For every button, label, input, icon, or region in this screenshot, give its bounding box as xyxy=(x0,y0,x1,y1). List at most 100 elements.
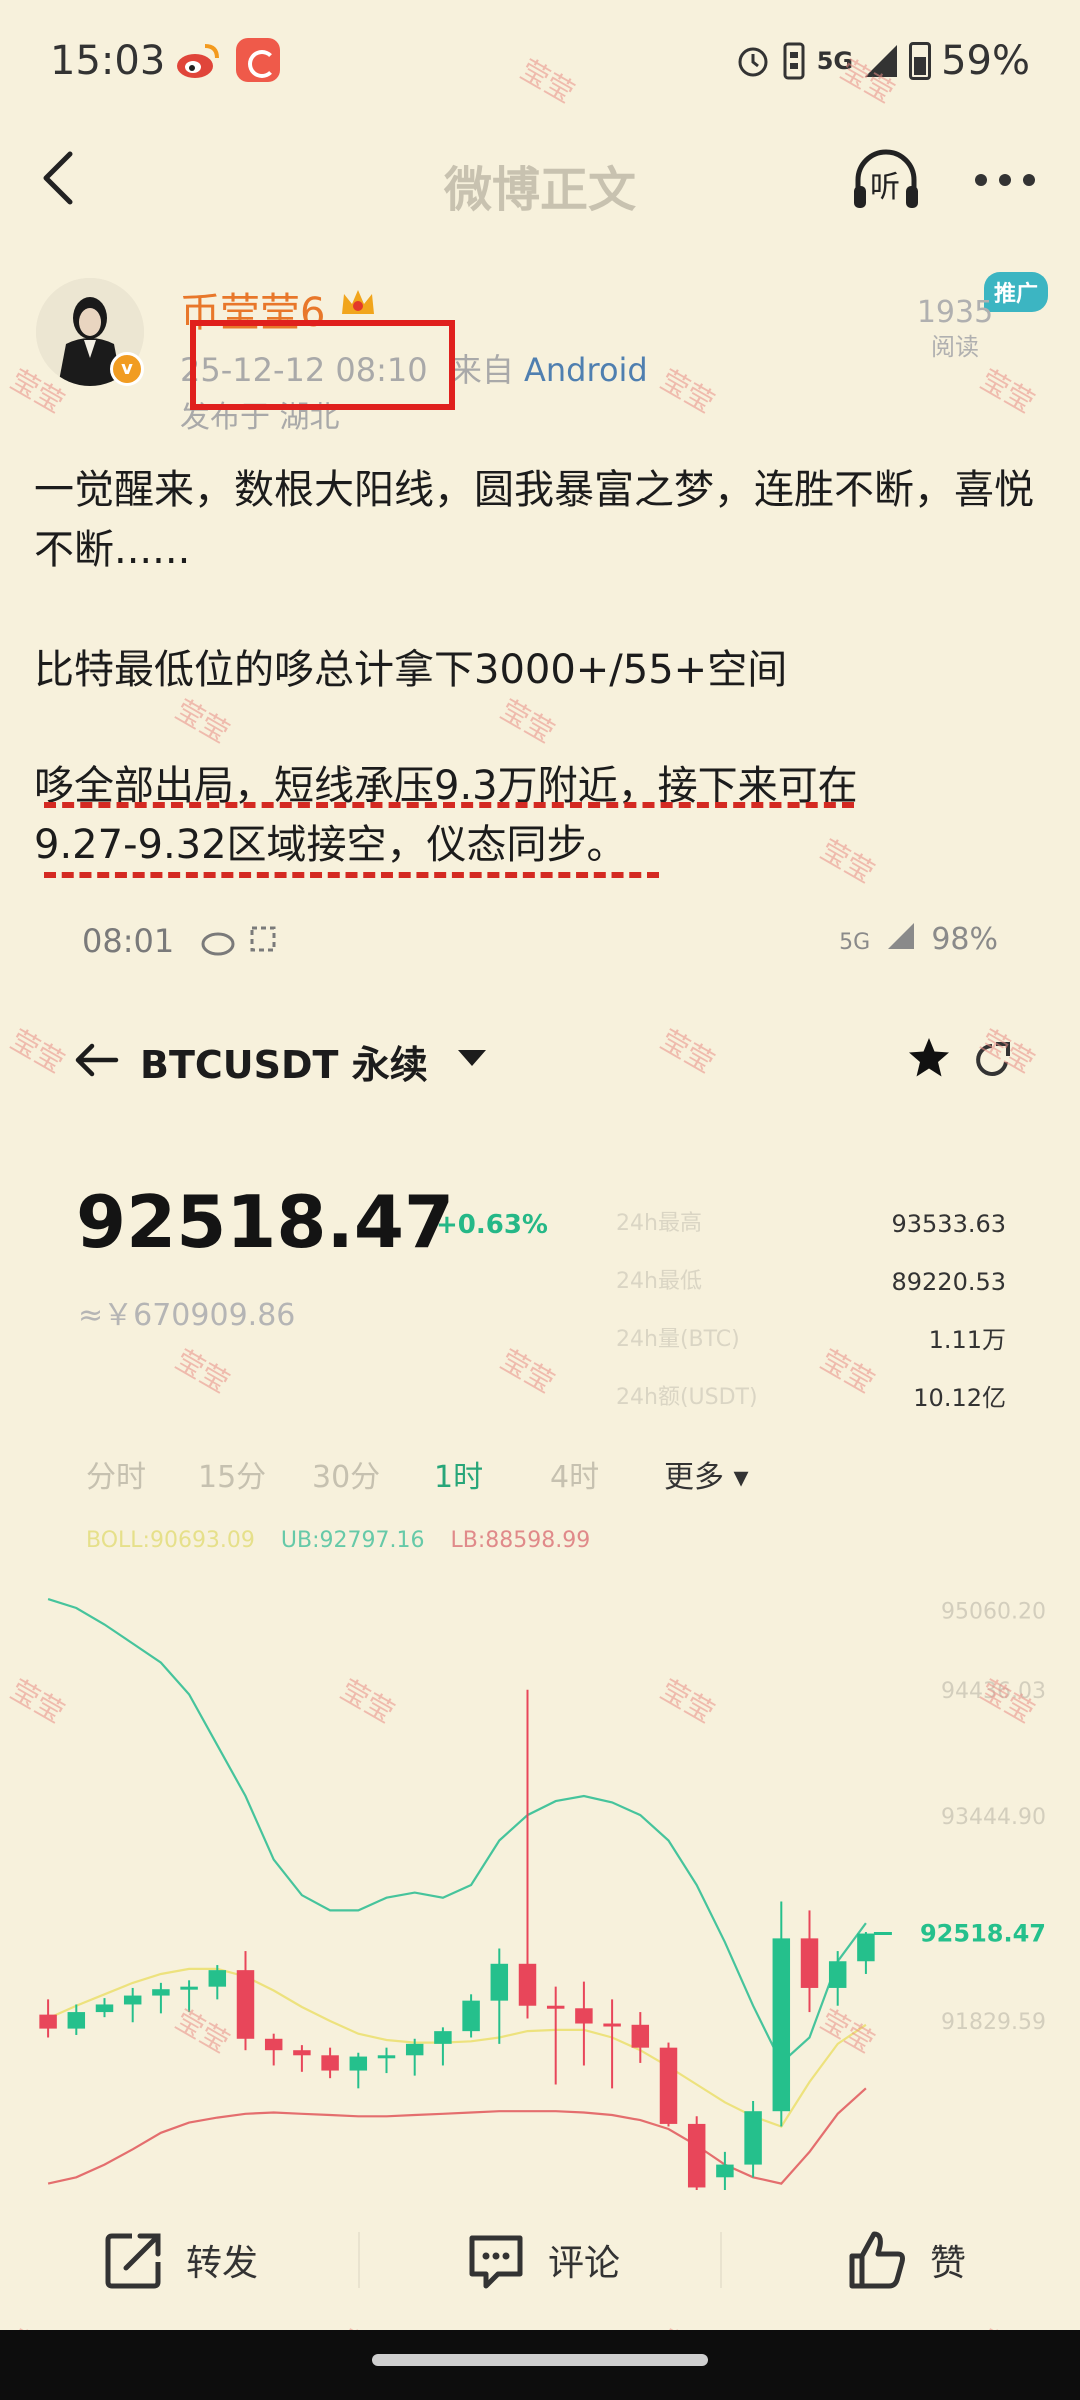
candle-body xyxy=(39,2014,57,2029)
read-count: 1935 xyxy=(916,295,994,330)
battery-level: 59% xyxy=(941,38,1030,84)
candle-body xyxy=(377,2055,396,2059)
stat-low: 89220.53 xyxy=(891,1268,1006,1296)
price-change: +0.63% xyxy=(436,1210,548,1240)
comment-button[interactable]: 评论 xyxy=(464,2228,620,2292)
candle-body xyxy=(575,2008,593,2024)
embedded-battery: 98% xyxy=(931,922,998,957)
candle-body xyxy=(857,1933,875,1962)
tab-timeframe-1h[interactable]: 1时 xyxy=(434,1452,550,1496)
favorite-star-icon[interactable] xyxy=(905,1034,953,1082)
candle-body xyxy=(236,1970,255,2039)
price-axis-label: 93444.90 xyxy=(941,1805,1046,1830)
candle-body xyxy=(631,2024,650,2048)
embedded-status-right: 5G 98% xyxy=(839,922,998,957)
indicator-legend: BOLL:90693.09 UB:92797.16 LB:88598.99 xyxy=(86,1528,590,1553)
tab-timeframe-line[interactable]: 分时 xyxy=(86,1452,198,1496)
candle-body xyxy=(180,1986,198,1990)
candle-body xyxy=(828,1961,847,1988)
candle-body xyxy=(772,1938,791,2112)
dashed-underline xyxy=(44,872,659,878)
divider xyxy=(720,2232,722,2288)
tab-timeframe-15m[interactable]: 15分 xyxy=(198,1452,312,1496)
app-notification-icon xyxy=(236,38,280,82)
tab-timeframe-4h[interactable]: 4时 xyxy=(550,1452,664,1496)
candlestick-chart[interactable]: 95060.2094436.0393444.9092518.4791829.59 xyxy=(0,1570,1080,2190)
dot-icon xyxy=(999,174,1011,186)
timeframe-tabs: 分时 15分 30分 1时 4时 更多 ▾ xyxy=(86,1452,749,1496)
candle-body xyxy=(152,1989,170,1996)
embedded-status-time: 08:01 xyxy=(82,922,175,960)
boll-upper-value: UB:92797.16 xyxy=(280,1528,425,1553)
comment-icon xyxy=(469,2235,523,2289)
weibo-icon xyxy=(177,44,219,78)
read-label: 阅读 xyxy=(931,333,979,361)
candle-body xyxy=(687,2123,706,2188)
candle-body xyxy=(716,2164,734,2178)
post-paragraph-1: 一觉醒来，数根大阳线，圆我暴富之梦，连胜不断，喜悦不断...... xyxy=(34,467,1034,573)
verified-badge: v xyxy=(110,352,144,386)
last-price-axis-label: 92518.47 xyxy=(920,1919,1046,1947)
boll-upper-line xyxy=(47,1598,867,2065)
tab-timeframe-more[interactable]: 更多 ▾ xyxy=(664,1452,749,1496)
like-label: 赞 xyxy=(930,2243,967,2284)
candle-body xyxy=(293,2050,311,2056)
stat-label: 24h最高 xyxy=(616,1211,702,1236)
candle-body xyxy=(744,2111,762,2165)
listen-label: 听 xyxy=(870,170,900,205)
candle-body xyxy=(208,1970,227,1987)
candle-body xyxy=(518,1963,537,2006)
last-price: 92518.47 xyxy=(76,1180,455,1264)
stat-label: 24h额(USDT) xyxy=(616,1385,758,1410)
price-axis-label: 91829.59 xyxy=(941,2010,1046,2035)
thumbs-up-icon xyxy=(849,2231,905,2289)
candle-body xyxy=(603,2023,621,2027)
dashed-underline xyxy=(44,802,854,808)
home-indicator[interactable] xyxy=(372,2354,708,2366)
symbol-dropdown-icon[interactable] xyxy=(458,1050,486,1066)
back-arrow-icon[interactable] xyxy=(72,1040,120,1080)
candle-body xyxy=(405,2043,424,2056)
symbol-title[interactable]: BTCUSDT 永续 xyxy=(140,1034,428,1089)
candle-body xyxy=(321,2055,339,2071)
stat-high: 93533.63 xyxy=(891,1210,1006,1238)
repost-label: 转发 xyxy=(186,2243,259,2284)
stat-label: 24h量(BTC) xyxy=(616,1327,740,1352)
comment-label: 评论 xyxy=(548,2243,621,2284)
boll-mid-line xyxy=(47,1967,867,2128)
candle-body xyxy=(546,2005,565,2009)
embedded-network: 5G xyxy=(839,930,871,955)
listen-button[interactable]: 听 xyxy=(850,146,922,212)
repost-icon xyxy=(105,2233,161,2289)
repost-button[interactable]: 转发 xyxy=(102,2228,258,2292)
dot-icon xyxy=(1023,174,1035,186)
status-time: 15:03 xyxy=(50,38,166,84)
stats-values: 93533.63 89220.53 1.11万 10.12亿 xyxy=(800,1195,1006,1427)
watermark-text: 莹莹 xyxy=(4,1023,70,1080)
watermark-text: 莹莹 xyxy=(654,1023,720,1080)
stat-label: 24h最低 xyxy=(616,1269,702,1294)
candle-body xyxy=(349,2056,368,2071)
watermark-text: 莹莹 xyxy=(494,1343,560,1400)
price-cny: ≈￥670909.86 xyxy=(78,1298,296,1333)
watermark-text: 莹莹 xyxy=(654,363,720,420)
boll-lower-line xyxy=(47,2087,867,2185)
divider xyxy=(358,2232,360,2288)
embedded-status-icons xyxy=(200,922,280,962)
like-button[interactable]: 赞 xyxy=(846,2228,966,2292)
crown-icon xyxy=(342,290,374,314)
weibo-icon xyxy=(201,926,276,956)
stats-labels: 24h最高 24h最低 24h量(BTC) 24h额(USDT) xyxy=(616,1195,766,1427)
candle-body xyxy=(67,2012,86,2029)
highlight-box xyxy=(190,320,455,410)
watermark-text: 莹莹 xyxy=(974,363,1040,420)
candle-body xyxy=(434,2031,452,2044)
price-axis-label: 95060.20 xyxy=(941,1599,1046,1624)
more-options-button[interactable] xyxy=(975,174,1035,188)
battery-icon xyxy=(909,42,932,80)
candle-body xyxy=(123,1995,142,2005)
boll-lower-value: LB:88598.99 xyxy=(450,1528,591,1553)
boll-value: BOLL:90693.09 xyxy=(86,1528,255,1553)
tab-timeframe-30m[interactable]: 30分 xyxy=(312,1452,434,1496)
candle-body xyxy=(264,2038,283,2051)
